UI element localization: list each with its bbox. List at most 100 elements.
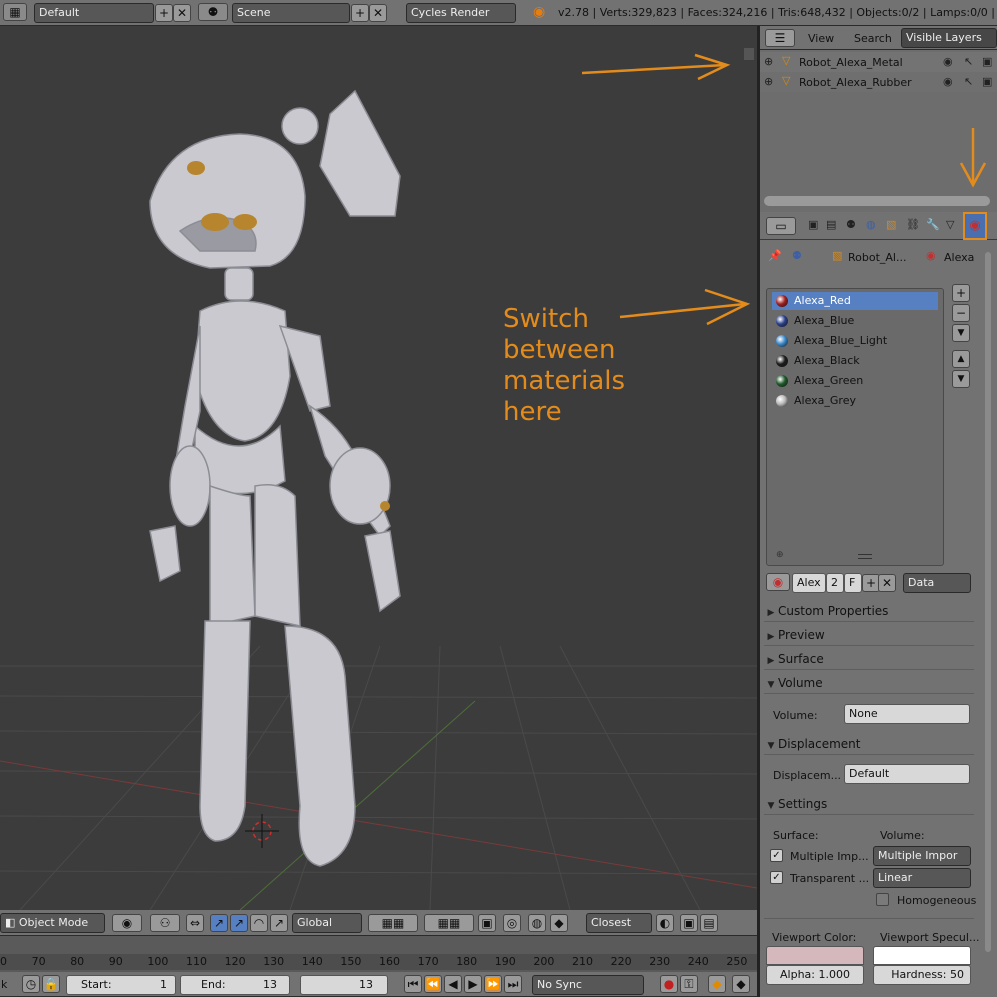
- section-custom-properties[interactable]: ▶ Custom Properties: [764, 600, 974, 622]
- material-slot-item[interactable]: Alexa_Grey: [772, 392, 938, 410]
- 3d-cursor[interactable]: [245, 814, 279, 848]
- play-reverse-icon[interactable]: ◀: [444, 975, 462, 993]
- homogeneous-checkbox[interactable]: [876, 893, 889, 906]
- sync-mode-select[interactable]: No Sync: [532, 975, 644, 995]
- volume-select[interactable]: None: [844, 704, 970, 724]
- render-camera-icon[interactable]: ▣: [982, 75, 992, 88]
- unlink-material-icon[interactable]: ✕: [878, 574, 896, 592]
- material-specials-button[interactable]: ▼: [952, 324, 970, 342]
- layer-buttons-2[interactable]: ▦▦: [424, 914, 474, 932]
- camera-render-icon[interactable]: ▣: [680, 914, 698, 932]
- outliner-menu-view[interactable]: View: [808, 32, 834, 45]
- section-surface[interactable]: ▶ Surface: [764, 648, 974, 670]
- outliner-display-select[interactable]: Visible Layers: [901, 28, 997, 48]
- timeline-clock-icon[interactable]: ◷: [22, 975, 40, 993]
- add-scene-icon[interactable]: +: [351, 4, 369, 22]
- fake-user-toggle[interactable]: F: [844, 573, 862, 593]
- outliner-row[interactable]: ⊕ ▽ Robot_Alexa_Rubber ◉ ↖ ▣: [760, 72, 997, 92]
- select-cursor-icon[interactable]: ↖: [964, 55, 973, 68]
- hardness-field[interactable]: Hardness: 50: [873, 965, 971, 985]
- expand-icon[interactable]: ⊕: [764, 55, 773, 68]
- section-settings[interactable]: ▼ Settings: [764, 793, 974, 815]
- remove-material-slot-button[interactable]: −: [952, 304, 970, 322]
- visibility-eye-icon[interactable]: ◉: [943, 55, 953, 68]
- close-scene-icon[interactable]: ✕: [369, 4, 387, 22]
- editor-type-icon[interactable]: ▦: [3, 3, 27, 21]
- translate-manipulator-icon[interactable]: ↗: [210, 914, 228, 932]
- pivot-point-icon[interactable]: ⚇: [150, 914, 180, 932]
- jump-keyframe-forward-icon[interactable]: ⏩: [484, 975, 502, 993]
- layout-selector[interactable]: Default: [34, 3, 154, 23]
- 3d-viewport[interactable]: Switch between materials here: [0, 26, 757, 910]
- viewport-corner-widget[interactable]: [744, 48, 754, 60]
- current-frame-field[interactable]: 13: [300, 975, 388, 995]
- keyframe-icon[interactable]: ◆: [708, 975, 726, 993]
- render-camera-icon[interactable]: ▣: [982, 55, 992, 68]
- snap-target-select[interactable]: Closest: [586, 913, 652, 933]
- properties-scrollbar[interactable]: [985, 252, 991, 952]
- properties-editor-icon[interactable]: ▭: [766, 217, 796, 235]
- outliner-scrollbar[interactable]: [764, 196, 990, 206]
- section-preview[interactable]: ▶ Preview: [764, 624, 974, 646]
- section-volume[interactable]: ▼ Volume: [764, 672, 974, 694]
- pin-icon[interactable]: 📌: [768, 249, 782, 262]
- scene-icon[interactable]: ⚉: [198, 3, 228, 21]
- move-manipulator-icon[interactable]: ↗: [230, 914, 248, 932]
- record-icon[interactable]: ●: [660, 975, 678, 993]
- timeline-area[interactable]: 60 70 80 90 100 110 120 130 140 150 160 170 180 190 20…: [0, 936, 757, 972]
- jump-end-icon[interactable]: ⏭: [504, 975, 522, 993]
- snap-toggle-icon[interactable]: ◍: [528, 914, 546, 932]
- proportional-edit-icon[interactable]: ◎: [503, 914, 521, 932]
- material-name-field[interactable]: Alex: [792, 573, 826, 593]
- jump-start-icon[interactable]: ⏮: [404, 975, 422, 993]
- robot-model[interactable]: [149, 89, 401, 867]
- scene-selector[interactable]: Scene: [232, 3, 350, 23]
- list-filter-icon[interactable]: ⊕: [776, 550, 784, 560]
- multiple-importance-checkbox[interactable]: ✓: [770, 849, 783, 862]
- volume-interpolation-select[interactable]: Linear: [873, 868, 971, 888]
- list-resize-handle[interactable]: [858, 554, 872, 559]
- jump-keyframe-back-icon[interactable]: ⏪: [424, 975, 442, 993]
- material-slot-item[interactable]: Alexa_Blue_Light: [772, 332, 938, 350]
- layer-buttons-1[interactable]: ▦▦: [368, 914, 418, 932]
- material-tab-icon[interactable]: ◉: [963, 212, 987, 240]
- select-cursor-icon[interactable]: ↖: [964, 75, 973, 88]
- visibility-eye-icon[interactable]: ◉: [943, 75, 953, 88]
- modifiers-tab-icon[interactable]: 🔧: [926, 218, 940, 231]
- viewport-specular-swatch[interactable]: [873, 946, 971, 965]
- scale-manipulator-icon[interactable]: ↗: [270, 914, 288, 932]
- object-mode-select[interactable]: ◧ Object Mode: [0, 913, 105, 933]
- material-slot-item[interactable]: Alexa_Red: [772, 292, 938, 310]
- rotate-manipulator-icon[interactable]: ◠: [250, 914, 268, 932]
- scene-tab-icon[interactable]: ⚉: [846, 218, 856, 231]
- render-engine-select[interactable]: Cycles Render: [406, 3, 516, 23]
- material-slot-item[interactable]: Alexa_Green: [772, 372, 938, 390]
- volume-sampling-select[interactable]: Multiple Impor: [873, 846, 971, 866]
- transparent-shadows-checkbox[interactable]: ✓: [770, 871, 783, 884]
- end-frame-field[interactable]: End: 13: [180, 975, 290, 995]
- link-select[interactable]: Data: [903, 573, 971, 593]
- material-slot-item[interactable]: Alexa_Blue: [772, 312, 938, 330]
- outliner-menu-search[interactable]: Search: [854, 32, 892, 45]
- render-tab-icon[interactable]: ▣: [808, 218, 818, 231]
- close-layout-icon[interactable]: ✕: [173, 4, 191, 22]
- start-frame-field[interactable]: Start: 1: [66, 975, 176, 995]
- timeline-menu-fragment[interactable]: k: [1, 978, 7, 991]
- viewport-color-swatch[interactable]: [766, 946, 864, 965]
- constraints-tab-icon[interactable]: ⛓: [906, 218, 920, 231]
- section-displacement[interactable]: ▼ Displacement: [764, 733, 974, 755]
- viewport-shading-icon[interactable]: ◉: [112, 914, 142, 932]
- keyframe-insert-icon[interactable]: ◆: [732, 975, 750, 993]
- render-lock-icon[interactable]: ▣: [478, 914, 496, 932]
- lock-icon[interactable]: 🔒: [42, 975, 60, 993]
- play-icon[interactable]: ▶: [464, 975, 482, 993]
- move-slot-up-button[interactable]: ▲: [952, 350, 970, 368]
- keying-icon[interactable]: ⚿: [680, 975, 698, 993]
- render-layers-tab-icon[interactable]: ▤: [826, 218, 836, 231]
- expand-icon[interactable]: ⊕: [764, 75, 773, 88]
- outliner-editor-icon[interactable]: ☰: [765, 29, 795, 47]
- add-layout-icon[interactable]: +: [155, 4, 173, 22]
- manipulator-toggle-icon[interactable]: ⇔: [186, 914, 204, 932]
- material-slot-item[interactable]: Alexa_Black: [772, 352, 938, 370]
- world-tab-icon[interactable]: ◍: [866, 218, 876, 231]
